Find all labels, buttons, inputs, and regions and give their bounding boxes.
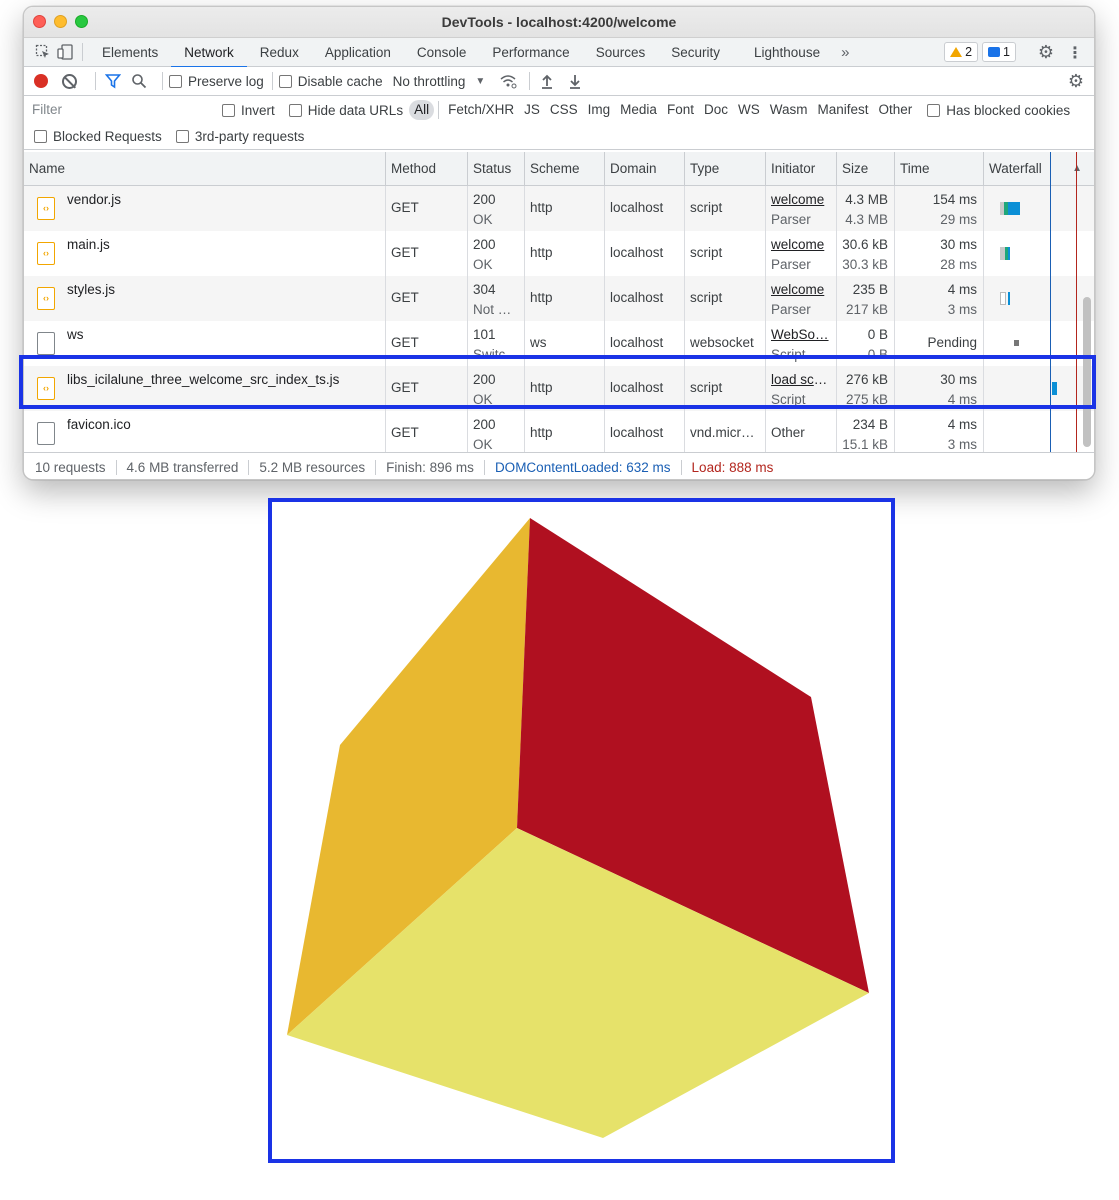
cube-scene <box>287 518 869 1138</box>
